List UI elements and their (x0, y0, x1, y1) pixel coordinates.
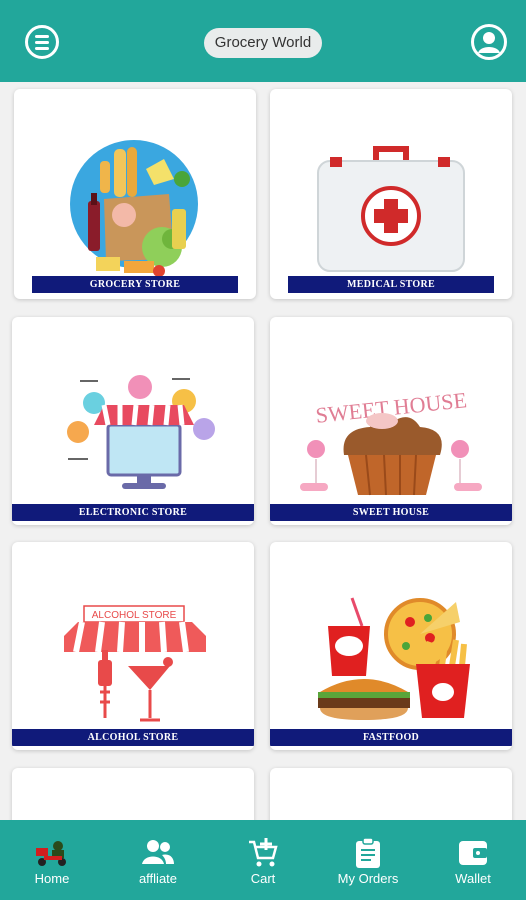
store-card-electronic[interactable]: ELECTRONIC STORE (12, 317, 254, 525)
nav-my-orders[interactable]: My Orders (323, 820, 413, 900)
people-icon (142, 840, 174, 864)
store-card-grocery[interactable]: GROCERY STORE (14, 89, 256, 299)
nav-my-orders-label: My Orders (337, 871, 399, 886)
burger-fries-illustration (318, 597, 470, 720)
menu-icon[interactable] (25, 25, 59, 59)
profile-icon[interactable] (471, 24, 507, 60)
nav-home[interactable]: Home (7, 820, 97, 900)
nav-wallet-label: Wallet (455, 871, 491, 886)
clipboard-icon (356, 838, 380, 868)
nav-cart-label: Cart (250, 871, 276, 886)
nav-home-label: Home (34, 871, 70, 886)
electronics-shop-illustration (67, 375, 215, 489)
delivery-scooter-icon (36, 841, 66, 866)
store-card-fastfood[interactable]: FASTFOOD (270, 542, 512, 750)
store-grid: GROCERY STORE MEDICAL STORE ELECTRONIC S… (0, 82, 526, 838)
cupcake-illustration: SWEET HOUSE (300, 387, 482, 496)
store-card-alcohol[interactable]: ALCOHOL STORE ALCOHOL STORE (12, 542, 254, 750)
grocery-bag-illustration (70, 140, 198, 277)
store-label-sweet-house: SWEET HOUSE (270, 504, 512, 521)
wallet-icon (459, 841, 487, 865)
store-label-fastfood: FASTFOOD (270, 729, 512, 746)
app-title: Grocery World (204, 28, 322, 58)
store-label-grocery: GROCERY STORE (32, 276, 238, 293)
cart-icon (249, 838, 278, 867)
top-app-bar: Grocery World (0, 0, 526, 82)
store-card-medical[interactable]: MEDICAL STORE (270, 89, 512, 299)
bottom-navigation: Home affliate Cart My Orders Wallet (0, 820, 526, 900)
cocktail-awning-illustration: ALCOHOL STORE (64, 605, 206, 722)
nav-cart[interactable]: Cart (218, 820, 308, 900)
nav-affiliate[interactable]: affliate (113, 820, 203, 900)
store-card-sweet-house[interactable]: SWEET HOUSE SWEET HOUSE (270, 317, 512, 525)
alcohol-store-sign: ALCOHOL STORE (92, 610, 177, 621)
first-aid-kit-illustration (317, 146, 465, 272)
nav-affiliate-label: affliate (138, 871, 178, 886)
store-label-medical: MEDICAL STORE (288, 276, 494, 293)
nav-wallet[interactable]: Wallet (428, 820, 518, 900)
store-label-alcohol: ALCOHOL STORE (12, 729, 254, 746)
store-label-electronic: ELECTRONIC STORE (12, 504, 254, 521)
